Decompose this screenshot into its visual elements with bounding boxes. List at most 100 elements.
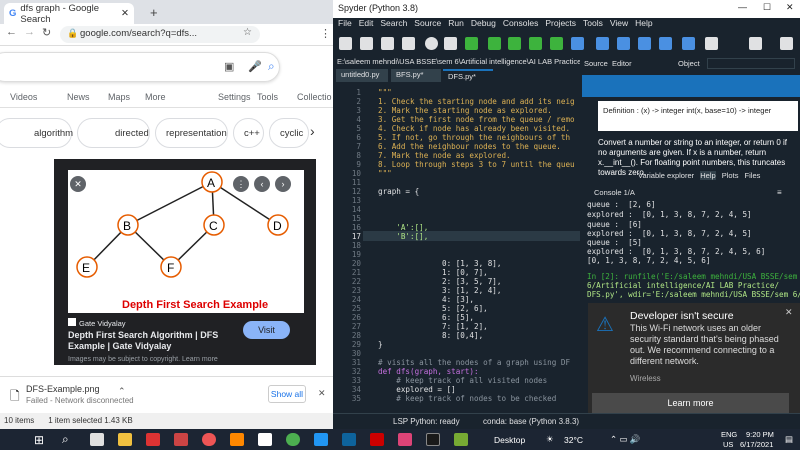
learn-more-button[interactable]: Learn more <box>592 393 789 413</box>
menu-search[interactable]: Search <box>380 18 407 31</box>
menu-icon[interactable]: ⋮ <box>320 27 331 40</box>
menu-file[interactable]: File <box>338 18 352 31</box>
tab-maps[interactable]: Maps <box>108 92 130 102</box>
tab-plots[interactable]: Plots <box>722 171 739 180</box>
tab-untitled[interactable]: untitled0.py <box>336 69 388 82</box>
console-tab[interactable]: Console 1/A <box>594 188 635 197</box>
vscode-icon[interactable] <box>314 433 328 446</box>
close-window-icon[interactable]: ✕ <box>786 2 794 13</box>
maximize-pane-icon[interactable] <box>705 37 718 50</box>
code-editor[interactable]: 1 2 3 4 5 6 7 8 9 10 11 12 13 14 15 16 1… <box>333 83 580 403</box>
stop-debug-icon[interactable] <box>682 37 695 50</box>
spyder-icon[interactable] <box>370 433 384 446</box>
app-icon[interactable] <box>342 433 356 446</box>
clock-time[interactable]: 9:20 PM <box>746 430 774 439</box>
image-title[interactable]: Depth First Search Algorithm | DFS Examp… <box>68 330 248 352</box>
close-tab-icon[interactable]: ✕ <box>121 8 129 19</box>
desktop-toolbar[interactable]: Desktop <box>494 435 525 445</box>
debug-icon[interactable] <box>571 37 584 50</box>
image-search-icon[interactable]: ▣ <box>224 60 234 73</box>
dfs-tree-image[interactable]: A B C D E F Depth First Search Example <box>68 170 304 313</box>
download-filename[interactable]: DFS-Example.png <box>26 384 100 394</box>
step-into-icon[interactable] <box>617 37 630 50</box>
help-object-input[interactable] <box>707 58 795 69</box>
temperature[interactable]: 32°C <box>564 435 583 445</box>
app-icon[interactable] <box>174 433 188 446</box>
tab-collections[interactable]: Collectio <box>297 92 332 102</box>
maximize-icon[interactable]: ☐ <box>763 2 771 13</box>
menu-tools[interactable]: Tools <box>583 18 603 31</box>
reload-icon[interactable]: ↻ <box>42 26 51 39</box>
tab-settings[interactable]: Settings <box>218 92 251 102</box>
task-view-icon[interactable] <box>90 433 104 446</box>
region[interactable]: US <box>723 440 733 449</box>
menu-help[interactable]: Help <box>635 18 652 31</box>
app-icon[interactable] <box>398 433 412 446</box>
star-icon[interactable]: ☆ <box>243 27 252 38</box>
more-options-icon[interactable]: ⋮ <box>233 176 249 192</box>
prev-image-icon[interactable]: ‹ <box>254 176 270 192</box>
app-icon[interactable] <box>454 433 468 446</box>
forward-icon[interactable]: → <box>24 26 35 38</box>
tab-bfs[interactable]: BFS.py* <box>391 69 441 82</box>
app-icon[interactable] <box>426 433 440 446</box>
new-tab-button[interactable]: + <box>150 5 158 20</box>
show-all-button[interactable]: Show all <box>268 385 306 403</box>
voice-search-icon[interactable]: 🎤 <box>248 60 262 73</box>
clock-date[interactable]: 6/17/2021 <box>740 440 773 449</box>
search-taskbar-icon[interactable]: ⌕ <box>62 432 69 447</box>
continue-icon[interactable] <box>659 37 672 50</box>
chip-cyclic[interactable]: cyclic <box>269 118 309 148</box>
start-icon[interactable]: ⊞ <box>34 433 44 447</box>
vlc-icon[interactable] <box>230 433 244 446</box>
tab-dfs[interactable]: DFS.py* <box>443 69 493 82</box>
chip-directed[interactable]: directed <box>77 118 150 148</box>
python-path-icon[interactable] <box>780 37 793 50</box>
tab-videos[interactable]: Videos <box>10 92 37 102</box>
close-downloads-icon[interactable]: ✕ <box>318 388 326 399</box>
tab-variable-explorer[interactable]: Variable explorer <box>638 171 694 180</box>
menu-source[interactable]: Source <box>414 18 441 31</box>
chips-next-icon[interactable]: › <box>310 123 315 139</box>
visit-button[interactable]: Visit <box>243 321 290 339</box>
step-return-icon[interactable] <box>638 37 651 50</box>
close-preview-icon[interactable]: ✕ <box>70 176 86 192</box>
run-selection-icon[interactable] <box>529 37 542 50</box>
notification-icon[interactable]: ▤ <box>785 434 793 445</box>
tab-files[interactable]: Files <box>745 171 761 180</box>
back-icon[interactable]: ← <box>6 26 17 38</box>
run-icon[interactable] <box>465 37 478 50</box>
menu-run[interactable]: Run <box>448 18 464 31</box>
chip-cpp[interactable]: c++ <box>233 118 264 148</box>
tab-more[interactable]: More <box>145 92 166 102</box>
preferences-icon[interactable] <box>749 37 762 50</box>
menu-consoles[interactable]: Consoles <box>503 18 538 31</box>
tab-tools[interactable]: Tools <box>257 92 278 102</box>
new-file-icon[interactable] <box>339 37 352 50</box>
word-icon[interactable] <box>258 433 272 446</box>
language[interactable]: ENG <box>721 430 737 439</box>
tray-icons[interactable]: ⌃ ▭ 🔊 <box>610 434 640 445</box>
opera-icon[interactable] <box>202 433 216 446</box>
search-box[interactable] <box>0 52 280 82</box>
menu-projects[interactable]: Projects <box>545 18 576 31</box>
app-icon[interactable] <box>146 433 160 446</box>
menu-debug[interactable]: Debug <box>471 18 496 31</box>
search-icon[interactable]: ⌕ <box>268 59 275 74</box>
tab-help[interactable]: Help <box>700 171 716 180</box>
list-icon[interactable] <box>444 37 457 50</box>
save-icon[interactable] <box>381 37 394 50</box>
run-cell-advance-icon[interactable] <box>508 37 521 50</box>
menu-view[interactable]: View <box>610 18 628 31</box>
minimize-icon[interactable]: — <box>738 2 747 12</box>
help-source-select[interactable]: Editor <box>612 59 632 68</box>
open-file-icon[interactable] <box>360 37 373 50</box>
toast-close-icon[interactable]: ✕ <box>785 307 793 318</box>
next-image-icon[interactable]: › <box>275 176 291 192</box>
run-cell-icon[interactable] <box>488 37 501 50</box>
tab-news[interactable]: News <box>67 92 90 102</box>
url-field[interactable]: google.com/search?q=dfs... <box>60 26 260 43</box>
chrome-tab[interactable]: G dfs graph - Google Search ✕ <box>4 3 134 25</box>
file-explorer-icon[interactable] <box>118 433 132 446</box>
menu-edit[interactable]: Edit <box>359 18 374 31</box>
